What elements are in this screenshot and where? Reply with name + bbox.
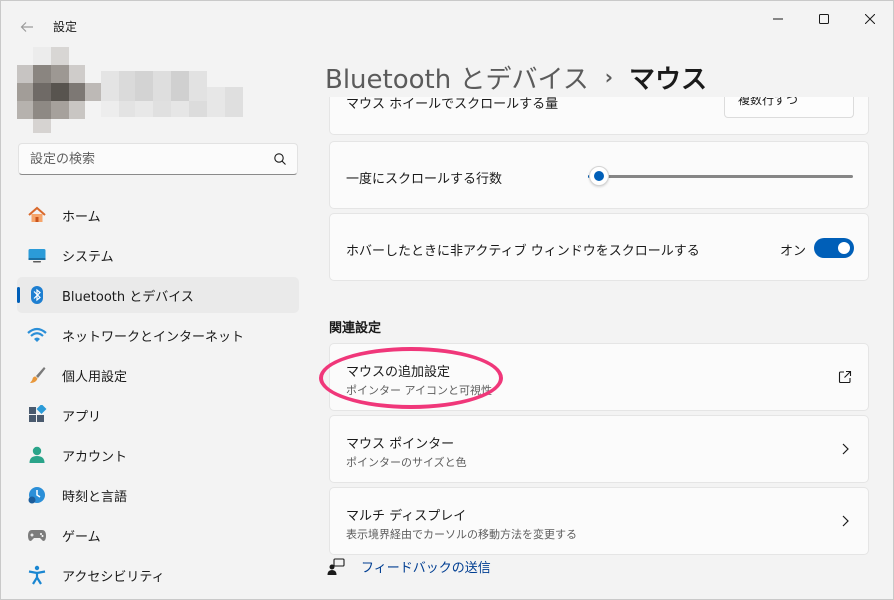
sidebar-item-system[interactable]: システム — [17, 237, 299, 273]
link-title: マウス ポインター — [346, 437, 455, 452]
sidebar-item-label: 時刻と言語 — [62, 489, 128, 505]
wheel-scroll-amount-dropdown[interactable]: 複数行ずつ — [724, 97, 854, 118]
feedback-row: フィードバックの送信 — [327, 557, 491, 576]
brush-icon — [27, 365, 47, 385]
sidebar-item-label: アカウント — [62, 449, 128, 465]
link-subtitle: 表示境界経由でカーソルの移動方法を変更する — [346, 528, 577, 541]
close-icon — [865, 14, 875, 24]
sidebar-item-accounts[interactable]: アカウント — [17, 437, 299, 473]
breadcrumb-parent[interactable]: Bluetooth とデバイス — [325, 59, 589, 96]
scroll-lines-slider[interactable] — [588, 166, 853, 186]
chevron-right-icon — [842, 515, 849, 527]
scroll-lines-card: 一度にスクロールする行数 — [329, 141, 869, 209]
external-link-icon — [838, 370, 852, 384]
sidebar-item-network[interactable]: ネットワークとインターネット — [17, 317, 299, 353]
sidebar-item-label: アクセシビリティ — [62, 569, 165, 585]
sidebar-item-home[interactable]: ホーム — [17, 197, 299, 233]
sidebar-item-label: ホーム — [62, 209, 101, 225]
account-icon — [27, 445, 47, 465]
accessibility-icon — [27, 565, 47, 585]
user-profile-pixelated[interactable] — [17, 47, 247, 133]
mouse-pointer-link[interactable]: マウス ポインター ポインターのサイズと色 — [329, 415, 869, 483]
inactive-scroll-label: ホバーしたときに非アクティブ ウィンドウをスクロールする — [346, 244, 700, 259]
search-input[interactable] — [19, 144, 259, 174]
minimize-icon — [773, 18, 783, 20]
link-title: マルチ ディスプレイ — [346, 509, 467, 524]
sidebar-item-gaming[interactable]: ゲーム — [17, 517, 299, 553]
search-icon[interactable] — [273, 152, 287, 166]
title-bar: 設定 — [1, 1, 893, 49]
breadcrumb-separator-icon: › — [604, 65, 613, 89]
minimize-button[interactable] — [755, 1, 801, 37]
search-box[interactable] — [18, 143, 298, 175]
sidebar-nav: ホーム システム Bluetooth とデバイス ネットワークとインターネット … — [17, 197, 299, 597]
system-icon — [27, 245, 47, 265]
settings-window: 設定 設定の検索 ホーム システム Bluetooth とデバイス ネットワーク… — [0, 0, 894, 600]
wifi-icon — [27, 325, 47, 345]
bluetooth-icon — [27, 285, 47, 305]
toggle-state-label: オン — [780, 244, 807, 259]
sidebar-item-label: アプリ — [62, 409, 102, 425]
app-title: 設定 — [53, 20, 78, 34]
back-button[interactable] — [13, 13, 41, 41]
apps-icon — [27, 405, 47, 425]
wheel-scroll-amount-card: マウス ホイールでスクロールする量 複数行ずつ — [329, 97, 869, 135]
sidebar-item-time-language[interactable]: 時刻と言語 — [17, 477, 299, 513]
inactive-scroll-toggle[interactable] — [814, 238, 854, 258]
time-language-icon — [27, 485, 47, 505]
multi-display-link[interactable]: マルチ ディスプレイ 表示境界経由でカーソルの移動方法を変更する — [329, 487, 869, 555]
wheel-scroll-amount-value: 複数行ずつ — [738, 97, 799, 107]
sidebar-item-bluetooth[interactable]: Bluetooth とデバイス — [17, 277, 299, 313]
slider-thumb[interactable] — [588, 166, 609, 186]
home-icon — [27, 205, 47, 225]
feedback-icon — [327, 557, 345, 575]
sidebar-item-label: Bluetooth とデバイス — [62, 289, 194, 305]
sidebar-item-accessibility[interactable]: アクセシビリティ — [17, 557, 299, 593]
maximize-button[interactable] — [801, 1, 847, 37]
link-subtitle: ポインター アイコンと可視性 — [346, 384, 492, 397]
additional-mouse-settings-link[interactable]: マウスの追加設定 ポインター アイコンと可視性 — [329, 343, 869, 411]
chevron-right-icon — [842, 443, 849, 455]
maximize-icon — [819, 14, 829, 24]
breadcrumb: Bluetooth とデバイス › マウス — [325, 59, 707, 95]
back-arrow-icon — [20, 22, 33, 32]
page-title: マウス — [628, 64, 707, 95]
send-feedback-link[interactable]: フィードバックの送信 — [361, 557, 491, 576]
related-settings-heading: 関連設定 — [329, 321, 382, 336]
wheel-scroll-amount-label: マウス ホイールでスクロールする量 — [346, 97, 559, 112]
toggle-knob — [838, 242, 850, 254]
sidebar-item-label: 個人用設定 — [62, 369, 128, 385]
gamepad-icon — [27, 525, 47, 545]
link-subtitle: ポインターのサイズと色 — [346, 456, 467, 469]
inactive-scroll-card: ホバーしたときに非アクティブ ウィンドウをスクロールする オン — [329, 213, 869, 281]
scroll-lines-label: 一度にスクロールする行数 — [346, 172, 503, 187]
sidebar-item-personalization[interactable]: 個人用設定 — [17, 357, 299, 393]
link-title: マウスの追加設定 — [346, 365, 451, 380]
close-button[interactable] — [847, 1, 893, 37]
sidebar-item-apps[interactable]: アプリ — [17, 397, 299, 433]
sidebar-item-label: ネットワークとインターネット — [62, 329, 245, 345]
sidebar-item-label: システム — [62, 249, 114, 265]
sidebar-item-label: ゲーム — [62, 529, 101, 545]
